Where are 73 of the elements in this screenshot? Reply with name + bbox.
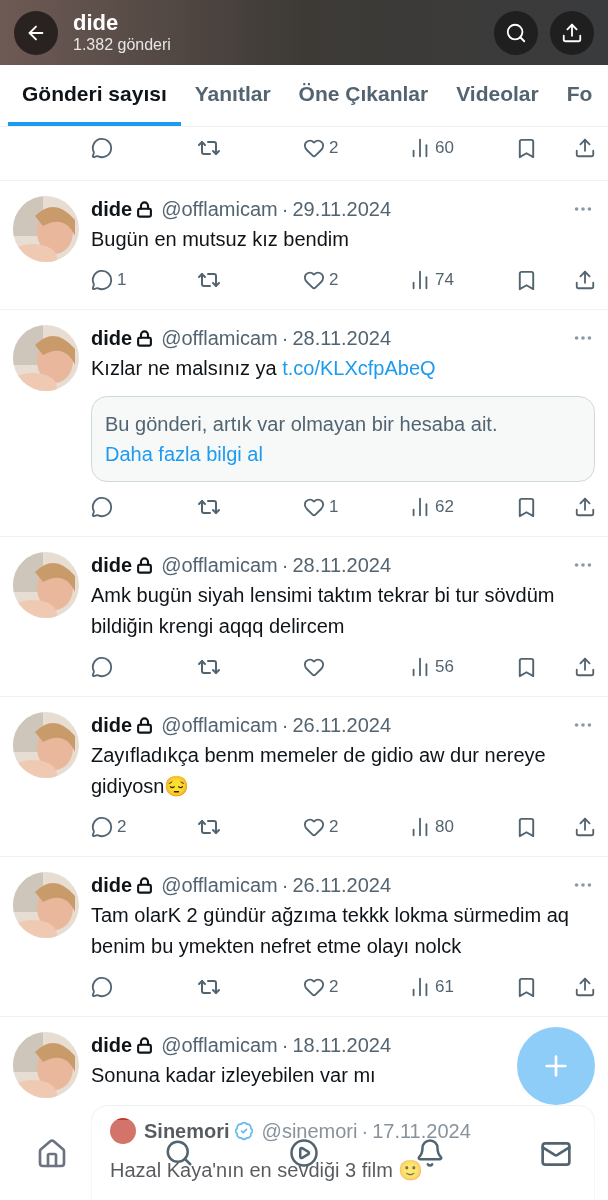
separator-dot: · <box>281 873 289 898</box>
display-name[interactable]: dide <box>91 712 133 738</box>
reply-button[interactable] <box>91 496 113 518</box>
display-name[interactable]: dide <box>91 196 133 222</box>
profile-tab[interactable]: Fo <box>552 65 607 126</box>
separator-dot: · <box>281 713 289 738</box>
views-button[interactable]: 60 <box>409 135 454 161</box>
account-logo-icon <box>110 1118 136 1144</box>
profile-name: dide <box>73 10 120 35</box>
profile-tab[interactable]: Öne Çıkanlar <box>284 65 443 126</box>
quoted-post[interactable]: Sinemori @sinemori · 17.11.2024 Hazal Kaya'nın en sevdiği 3 film 🙂 <box>91 1105 595 1200</box>
reply-button[interactable] <box>91 976 113 998</box>
views-button[interactable]: 61 <box>409 974 454 1000</box>
views-button[interactable]: 56 <box>409 654 454 680</box>
handle: @offlamicam <box>161 713 278 738</box>
post-date: 29.11.2024 <box>292 197 392 222</box>
quoted-name: Sinemori <box>144 1119 230 1144</box>
separator-dot: · <box>281 197 289 222</box>
quoted-text: Hazal Kaya'nın en sevdiği 3 film 🙂 <box>110 1158 424 1183</box>
share-icon <box>561 21 583 44</box>
post-date: 28.11.2024 <box>292 553 392 578</box>
post-date: 26.11.2024 <box>292 873 392 898</box>
profile-tab[interactable]: Yanıtlar <box>180 65 285 126</box>
post-text: Kızlar ne malsınız ya t.co/KLXcfpAbeQ <box>91 356 436 381</box>
share-button[interactable] <box>574 816 596 838</box>
display-name[interactable]: dide <box>91 872 133 898</box>
notice-text: Bu gönderi, artık var olmayan bir hesaba ait. <box>105 412 499 437</box>
display-name[interactable]: dide <box>91 1032 133 1058</box>
share-button[interactable] <box>550 10 594 55</box>
quoted-date: 17.11.2024 <box>372 1119 471 1144</box>
handle: @offlamicam <box>161 553 278 578</box>
like-button[interactable]: 1 <box>303 494 339 520</box>
share-button[interactable] <box>574 137 596 159</box>
separator-dot: · <box>281 1033 289 1058</box>
search-icon <box>505 21 527 44</box>
like-button[interactable]: 2 <box>303 135 339 161</box>
display-name[interactable]: dide <box>91 552 133 578</box>
views-button[interactable]: 74 <box>409 267 454 293</box>
post-text: Tam olarK 2 gündür ağzıma tekkk lokma sürmedim aq benim bu ymekten nefret etme olayı nolck <box>91 903 570 959</box>
post-text: Bugün en mutsuz kız bendim <box>91 227 349 252</box>
quoted-handle: @sinemori <box>261 1119 358 1144</box>
handle: @offlamicam <box>161 1033 278 1058</box>
share-button[interactable] <box>574 269 596 291</box>
separator-dot: · <box>361 1119 369 1144</box>
like-button[interactable]: 2 <box>303 814 339 840</box>
post-date: 26.11.2024 <box>292 713 392 738</box>
separator-dot: · <box>281 326 289 351</box>
share-button[interactable] <box>574 656 596 678</box>
views-button[interactable]: 62 <box>409 494 454 520</box>
post-count: 1.382 gönderi <box>73 34 171 55</box>
like-button[interactable]: 2 <box>303 267 339 293</box>
reply-button[interactable] <box>91 137 113 159</box>
post-text: Sonuna kadar izleyebilen var mı <box>91 1063 376 1088</box>
profile-tab[interactable]: Gönderi sayısı <box>8 65 181 126</box>
search-button[interactable] <box>494 10 538 55</box>
handle: @offlamicam <box>161 873 278 898</box>
back-button[interactable] <box>14 10 58 55</box>
reply-button[interactable] <box>91 656 113 678</box>
home-icon[interactable] <box>36 1138 68 1170</box>
profile-tab[interactable]: Videolar <box>442 65 553 126</box>
views-button[interactable]: 80 <box>409 814 454 840</box>
like-button[interactable]: 2 <box>303 974 339 1000</box>
post-text: Amk bugün siyah lensimi taktım tekrar bi tur sövdüm bildiğin krengi aqqq delircem <box>91 583 556 639</box>
share-button[interactable] <box>574 976 596 998</box>
handle: @offlamicam <box>161 326 278 351</box>
like-button[interactable] <box>303 656 325 678</box>
separator-dot: · <box>281 553 289 578</box>
post-text: Zayıfladıkça benm memeler de gidio aw dur nereye gidiyosn😔 <box>91 743 547 799</box>
post-date: 18.11.2024 <box>292 1033 392 1058</box>
handle: @offlamicam <box>161 197 278 222</box>
post-date: 28.11.2024 <box>292 326 392 351</box>
share-button[interactable] <box>574 496 596 518</box>
display-name[interactable]: dide <box>91 325 133 351</box>
